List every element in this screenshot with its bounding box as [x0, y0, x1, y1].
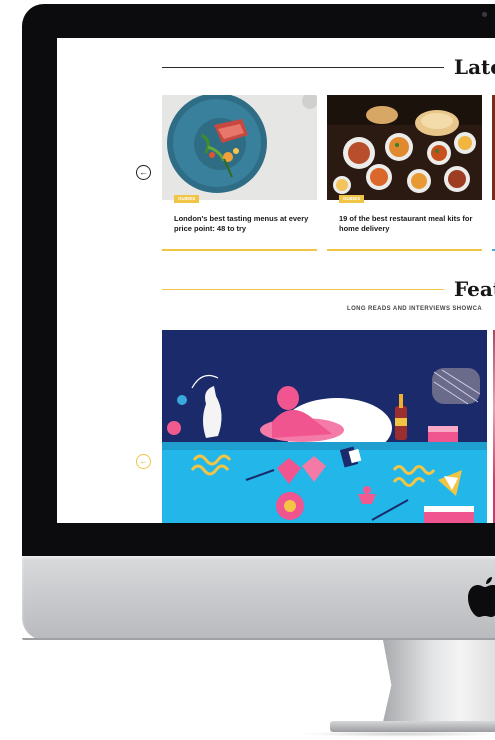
- featured-prev-button[interactable]: ←: [136, 454, 151, 469]
- featured-illustration[interactable]: [162, 330, 487, 523]
- category-tag: GUIDES: [174, 195, 200, 203]
- latest-section-header: Late: [162, 52, 495, 82]
- section-title: Featu: [454, 277, 495, 301]
- prev-button[interactable]: ←: [136, 165, 151, 180]
- article-card[interactable]: GUIDES London's best tasting menus at ev…: [162, 95, 317, 251]
- arrow-left-icon: ←: [139, 456, 148, 466]
- article-image-tasting-menu[interactable]: [162, 95, 317, 200]
- stand-shadow: [300, 731, 495, 737]
- article-headline[interactable]: London's best tasting menus at every pri…: [174, 214, 312, 234]
- article-headline[interactable]: 19 of the best restaurant meal kits for …: [339, 214, 477, 234]
- featured-section-header: Featu: [162, 274, 495, 304]
- web-page: Late ←: [57, 38, 495, 523]
- divider: [162, 289, 444, 290]
- desktop-mockup: Late ←: [0, 0, 495, 740]
- section-title: Late: [454, 55, 495, 79]
- camera-icon: [482, 12, 487, 17]
- apple-logo-icon: [468, 577, 495, 617]
- monitor-chin: [22, 556, 495, 640]
- card-underline: [162, 249, 317, 251]
- divider: [162, 67, 444, 68]
- arrow-left-icon: ←: [139, 167, 148, 177]
- section-subtitle: LONG READS AND INTERVIEWS SHOWCA: [347, 306, 483, 312]
- article-image-meal-kits[interactable]: [327, 95, 482, 200]
- monitor-stand: [383, 640, 495, 722]
- category-tag: GUIDES: [339, 195, 365, 203]
- card-underline: [327, 249, 482, 251]
- article-card[interactable]: GUIDES 19 of the best restaurant meal ki…: [327, 95, 482, 251]
